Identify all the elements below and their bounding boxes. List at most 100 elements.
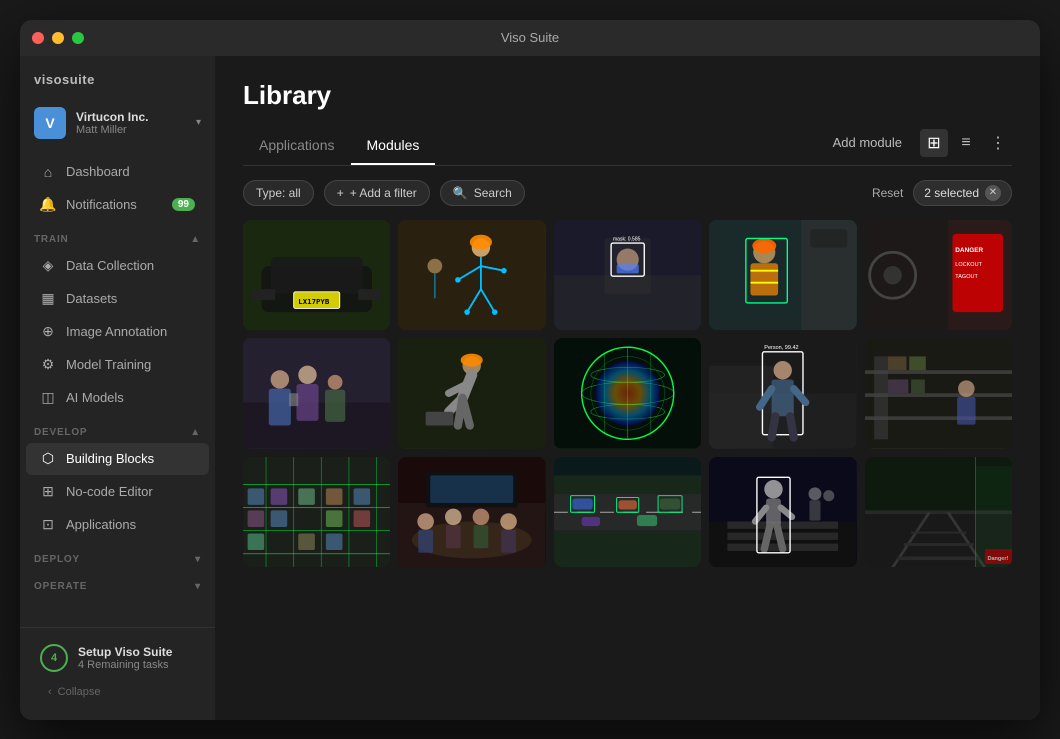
gallery-item-1[interactable]: LX17PYB	[243, 220, 390, 331]
sidebar-item-applications[interactable]: ⊡ Applications	[26, 509, 209, 541]
main-content: Library Applications Modules Add module	[215, 56, 1040, 720]
chevron-up-icon: ▲	[190, 234, 201, 245]
close-button[interactable]	[32, 32, 44, 44]
avatar: V	[34, 107, 66, 139]
window-title: Viso Suite	[501, 30, 559, 45]
chevron-down-icon: ▾	[196, 117, 201, 128]
main-header: Library Applications Modules Add module	[215, 56, 1040, 166]
page-title: Library	[243, 80, 1012, 111]
tabs-row: Applications Modules Add module ⊞ ≡ ⋮	[243, 129, 1012, 166]
svg-text:DANGER: DANGER	[955, 247, 983, 254]
search-icon: 🔍	[453, 186, 468, 200]
gallery-item-2[interactable]	[398, 220, 545, 331]
tab-modules[interactable]: Modules	[351, 129, 436, 165]
gallery-item-13[interactable]	[554, 457, 701, 568]
sidebar-item-dashboard[interactable]: ⌂ Dashboard	[26, 156, 209, 188]
add-filter-button[interactable]: + + Add a filter	[324, 180, 430, 206]
add-module-button[interactable]: Add module	[825, 131, 910, 154]
search-filter[interactable]: 🔍 Search	[440, 180, 525, 206]
brand-logo: visosuite	[34, 72, 95, 87]
sidebar-item-label: AI Models	[66, 390, 124, 405]
table-icon: ▦	[40, 291, 56, 307]
sidebar-item-label: No-code Editor	[66, 484, 153, 499]
svg-text:LOCKOUT: LOCKOUT	[955, 262, 982, 268]
more-options-button[interactable]: ⋮	[984, 129, 1012, 157]
clear-selected-button[interactable]: ✕	[985, 185, 1001, 201]
app-body: visosuite V Virtucon Inc. Matt Miller ▾ …	[20, 56, 1040, 720]
gallery-item-9[interactable]: Person, 99.42	[709, 338, 856, 449]
chevron-left-icon: ‹	[48, 686, 52, 698]
gallery-item-5[interactable]: DANGER LOCKOUT TAGOUT	[865, 220, 1012, 331]
selected-count: 2 selected	[924, 186, 979, 200]
account-info: Virtucon Inc. Matt Miller	[76, 110, 186, 136]
gallery-item-12[interactable]	[398, 457, 545, 568]
gallery: LX17PYB	[215, 220, 1040, 720]
gallery-grid: LX17PYB	[243, 220, 1012, 568]
collapse-label: Collapse	[58, 686, 101, 698]
gallery-item-8[interactable]	[554, 338, 701, 449]
tag-icon: ⊕	[40, 324, 56, 340]
sidebar-item-label: Datasets	[66, 291, 117, 306]
setup-text: Setup Viso Suite 4 Remaining tasks	[78, 645, 172, 671]
filter-bar: Type: all + + Add a filter 🔍 Search Rese…	[215, 166, 1040, 220]
account-company: Virtucon Inc.	[76, 110, 186, 124]
tabs: Applications Modules	[243, 129, 435, 164]
code-icon: ⊞	[40, 484, 56, 500]
sidebar-item-ai-models[interactable]: ◫ AI Models	[26, 382, 209, 414]
gallery-item-4[interactable]	[709, 220, 856, 331]
tabs-actions: Add module ⊞ ≡ ⋮	[825, 129, 1012, 165]
minimize-button[interactable]	[52, 32, 64, 44]
cube-icon: ⬡	[40, 451, 56, 467]
gallery-item-10[interactable]	[865, 338, 1012, 449]
sidebar-item-label: Building Blocks	[66, 451, 154, 466]
grid-view-button[interactable]: ⊞	[920, 129, 948, 157]
gallery-item-7[interactable]	[398, 338, 545, 449]
bell-icon: 🔔	[40, 197, 56, 213]
sidebar-item-label: Notifications	[66, 197, 137, 212]
sidebar-item-image-annotation[interactable]: ⊕ Image Annotation	[26, 316, 209, 348]
notifications-badge: 99	[172, 198, 195, 211]
sidebar: visosuite V Virtucon Inc. Matt Miller ▾ …	[20, 56, 215, 720]
sidebar-item-datasets[interactable]: ▦ Datasets	[26, 283, 209, 315]
grid-icon: ⊡	[40, 517, 56, 533]
sidebar-item-label: Model Training	[66, 357, 151, 372]
gallery-item-15[interactable]: Danger!	[865, 457, 1012, 568]
chevron-down-icon: ▾	[195, 581, 201, 592]
chevron-down-icon: ▾	[195, 554, 201, 565]
sidebar-footer: 4 Setup Viso Suite 4 Remaining tasks ‹ C…	[20, 627, 215, 712]
svg-text:LX17PYB: LX17PYB	[298, 296, 330, 305]
collapse-button[interactable]: ‹ Collapse	[34, 680, 201, 704]
sidebar-item-notifications[interactable]: 🔔 Notifications 99	[26, 189, 209, 221]
view-icons: ⊞ ≡ ⋮	[920, 129, 1012, 157]
app-window: Viso Suite visosuite V Virtucon Inc. Mat…	[20, 20, 1040, 720]
svg-text:Person, 99.42: Person, 99.42	[764, 345, 798, 351]
setup-item[interactable]: 4 Setup Viso Suite 4 Remaining tasks	[34, 636, 201, 680]
sidebar-item-label: Image Annotation	[66, 324, 167, 339]
svg-text:TAGOUT: TAGOUT	[955, 274, 978, 280]
database-icon: ◈	[40, 258, 56, 274]
maximize-button[interactable]	[72, 32, 84, 44]
gallery-item-14[interactable]	[709, 457, 856, 568]
sidebar-item-model-training[interactable]: ⚙ Model Training	[26, 349, 209, 381]
titlebar: Viso Suite	[20, 20, 1040, 56]
gallery-item-3[interactable]: mask: 0.585	[554, 220, 701, 331]
type-filter[interactable]: Type: all	[243, 180, 314, 206]
reset-button[interactable]: Reset	[872, 186, 903, 200]
sidebar-item-no-code-editor[interactable]: ⊞ No-code Editor	[26, 476, 209, 508]
setup-progress: 4	[40, 644, 68, 672]
tab-applications[interactable]: Applications	[243, 129, 351, 165]
gallery-item-11[interactable]	[243, 457, 390, 568]
filter-right: Reset 2 selected ✕	[872, 180, 1012, 206]
setup-title: Setup Viso Suite	[78, 645, 172, 659]
layers-icon: ◫	[40, 390, 56, 406]
brand: visosuite	[20, 56, 215, 99]
section-train: TRAIN ▲	[20, 222, 215, 249]
list-view-button[interactable]: ≡	[952, 129, 980, 157]
section-deploy: DEPLOY ▾	[20, 542, 215, 569]
section-operate: OPERATE ▾	[20, 569, 215, 596]
sidebar-item-label: Dashboard	[66, 164, 130, 179]
account-section[interactable]: V Virtucon Inc. Matt Miller ▾	[20, 99, 215, 151]
sidebar-item-data-collection[interactable]: ◈ Data Collection	[26, 250, 209, 282]
gallery-item-6[interactable]	[243, 338, 390, 449]
sidebar-item-building-blocks[interactable]: ⬡ Building Blocks	[26, 443, 209, 475]
